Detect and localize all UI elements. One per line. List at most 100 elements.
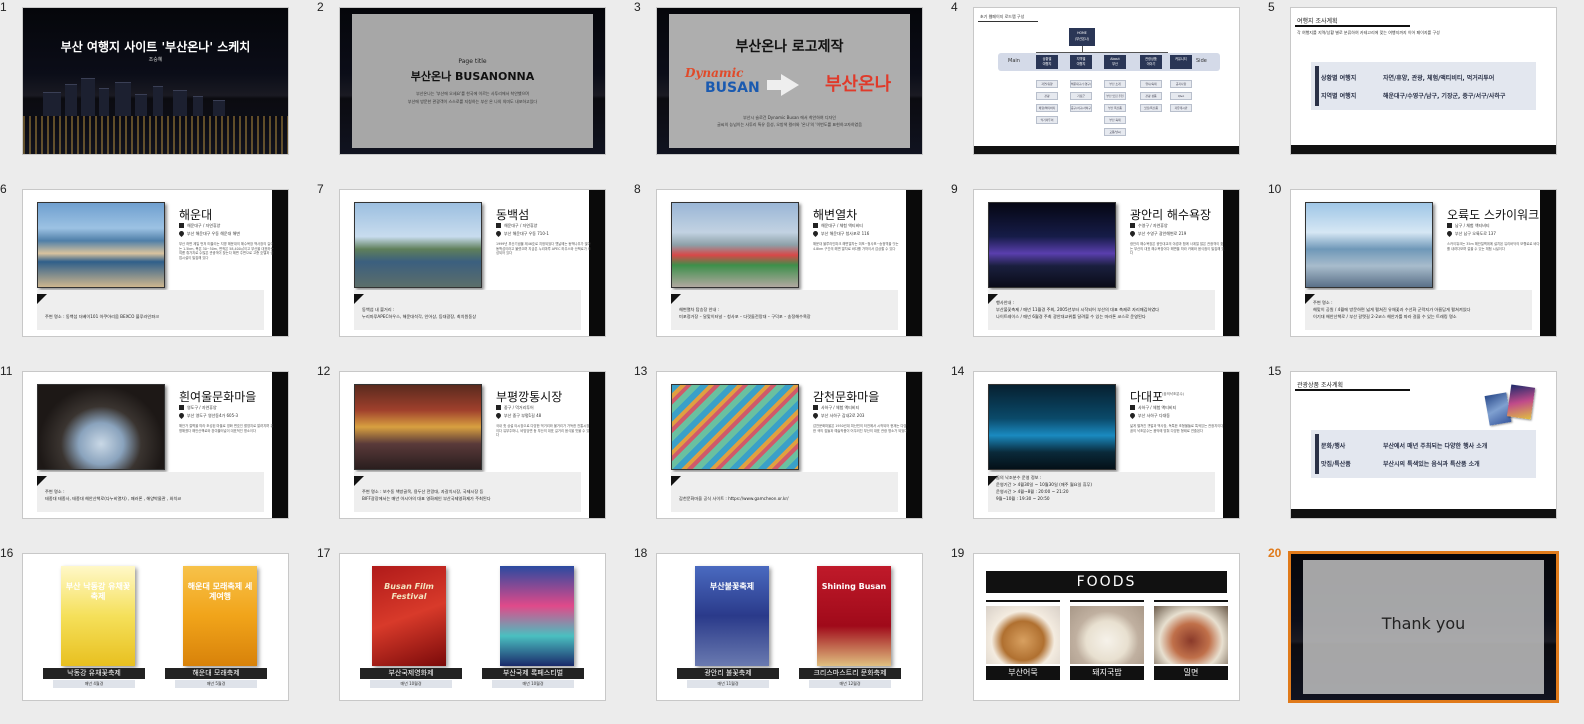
food-photo [1070,606,1144,664]
slide-preview[interactable]: 부산 낙동강 유채꽃축제 낙동강 유채꽃축제 매년 4월경 해운대 모래축제 세계여행… [22,553,289,701]
slide-thumbnail-2[interactable]: 2 Page title 부산온나 BUSANONNA 부산온나는 '부산에 오세요'… [317,0,635,176]
place-description: 1999년 부산기념물 제46호로 지정되었다 옛날에는 동백나무가 많아 동백… [496,242,591,256]
sitemap-side-label: Side [1196,58,1207,64]
slide-number: 15 [1268,364,1282,378]
sitemap-child-node: 부산 특산품 [1104,104,1126,112]
place-address: 부산 사하구 다대동 [1138,413,1170,418]
slide-footer-bar [1291,145,1556,154]
slide-thumbnail-4[interactable]: 4 초기 웹페이지 로드맵 구성 HOME (부산온나) Main Side 상황별 여행… [951,0,1269,176]
slide-preview[interactable]: 부평깡통시장 중구 / 먹거리투어 부산 중구 부평1길 48 국내 첫 상설 야시장… [339,371,606,519]
slide-thumbnail-16[interactable]: 16 부산 낙동강 유채꽃축제 낙동강 유채꽃축제 매년 4월경 해운대 모래축제 세계… [0,546,318,722]
slide-number: 11 [0,364,13,378]
poster-caption: 부산국제 록페스티벌 [482,668,584,679]
slide-thumbnail-19[interactable]: 19 FOODS 부산어묵 돼지국밥 밀면 [951,546,1269,722]
slide-description: 각 여행지를 지역/상황 별로 분류하여 카테고리에 맞는 여행지까지 이어 페… [1297,30,1440,35]
slide-thumbnail-18[interactable]: 18 부산불꽃축제 광안리 불꽃축제 매년 11월경 Shining Busan 크리스마… [634,546,952,722]
slide-preview[interactable]: Thank you [1288,551,1559,703]
food-caption: 밀면 [1154,666,1228,680]
slide-thumbnail-9[interactable]: 9 광안리 해수욕장 수영구 / 자연휴양 부산 수영구 광안해변로 219 광안리 해… [951,182,1269,358]
sitemap-child-node: Q&A [1170,92,1192,100]
slide-preview[interactable]: 다대포 (꿈의낙조분수) 사하구 / 체험 액티비티 부산 사하구 다대동 넓게 펼쳐진… [973,371,1240,519]
slide-preview[interactable]: 오륙도 스카이워크 남구 / 체험 액티비티 부산 남구 오륙도로 137 스카이워크… [1290,189,1557,337]
slide-preview[interactable]: 동백섬 해운대구 / 자연휴양 부산 해운대구 우동 710-1 1999년 부산기념… [339,189,606,337]
place-note: 행사안내 : 부산불꽃축제 / 매년 11월경 주최, 2005년부터 시작되어… [996,300,1160,319]
slide-thumbnail-12[interactable]: 12 부평깡통시장 중구 / 먹거리투어 부산 중구 부평1길 48 국내 첫 상설 야… [317,364,635,540]
slide-thumbnail-14[interactable]: 14 다대포 (꿈의낙조분수) 사하구 / 체험 액티비티 부산 사하구 다대동 넓게 펼… [951,364,1269,540]
sitemap-child-node: 자연/휴양 [1036,80,1058,88]
poster-caption: 해운대 모래축제 [165,668,267,679]
slide-number: 19 [951,546,965,560]
place-photo [988,384,1116,470]
slide-thumbnail-7[interactable]: 7 동백섬 해운대구 / 자연휴양 부산 해운대구 우동 710-1 1999년 부산기… [317,182,635,358]
place-category: 중구 / 먹거리투어 [504,405,534,410]
slide-preview[interactable]: Busan Film Festival 부산국제영화제 매년 10월경 부산국제 록페… [339,553,606,701]
slide-preview[interactable]: 부산불꽃축제 광안리 불꽃축제 매년 11월경 Shining Busan 크리스마스트… [656,553,923,701]
poster-caption: 크리스마스트리 문화축제 [799,668,901,679]
slide-number: 12 [317,364,331,378]
place-address: 부산 중구 부평1길 48 [504,413,542,418]
sitemap-child-node: 관광 [1036,92,1058,100]
panel-accent-bar [1315,434,1319,474]
slide-thumbnail-6[interactable]: 6 해운대 해운대구 / 자연휴양 부산 해운대구 우동 해운대 해변 부산 하면 제일… [0,182,318,358]
slide-thumbnail-8[interactable]: 8 해변열차 해운대구 / 체험 액티비티 부산 해운대구 청사포로 116 해운대 블… [634,182,952,358]
category-icon [179,405,184,410]
place-title: 다대포 [1130,390,1164,404]
sitemap-child-node: 체험/액티비티 [1036,104,1058,112]
row2-value: 해운대구/수영구/남구, 기장군, 중구/서구/사하구 [1383,93,1506,100]
place-category: 해운대구 / 자연휴양 [187,223,221,228]
row1-value: 부산에서 매년 주최되는 다양한 행사 소개 [1383,443,1488,450]
location-pin-icon [811,229,820,238]
slide-side-bar [1540,190,1556,336]
sitemap-level1-node: 관광상품 이야기 [1140,55,1162,69]
place-photo [37,384,165,470]
slide-preview[interactable]: Page title 부산온나 BUSANONNA 부산온나는 '부산에 오세요'를… [339,7,606,155]
slide-number: 18 [634,546,648,560]
category-icon [1130,405,1135,410]
place-note: 해변열차 탑승장 안내 : 미포정거장 – 달맞이터널 – 청사포 – 다릿돌전… [679,307,811,319]
poster-title: 부산 낙동강 유채꽃축제 [65,582,131,601]
slide-preview[interactable]: 광안리 해수욕장 수영구 / 자연휴양 부산 수영구 광안해변로 219 광안리 해수… [973,189,1240,337]
slide-preview[interactable]: 초기 웹페이지 로드맵 구성 HOME (부산온나) Main Side 상황별 여행지… [973,7,1240,155]
slide-preview[interactable]: 해변열차 해운대구 / 체험 액티비티 부산 해운대구 청사포로 116 해운대 블루… [656,189,923,337]
slide-thumbnail-17[interactable]: 17 Busan Film Festival 부산국제영화제 매년 10월경 부산국제 … [317,546,635,722]
sitemap-child-node: 중구/서구/사하구 [1070,104,1092,112]
category-icon [496,223,501,228]
place-address: 부산 해운대구 청사포로 116 [821,231,870,236]
slide-preview[interactable]: 흰여울문화마을 영도구 / 자연휴양 부산 영도구 영선동4가 605-3 해안가 절… [22,371,289,519]
slide-thumbnail-13[interactable]: 13 감천문화마을 사하구 / 체험 액티비티 부산 사하구 감내2로 203 감천문화… [634,364,952,540]
slide-preview[interactable]: 부산온나 로고제작 Dynamic BUSAN 부산온나 부산시 슬로건 Dynamic… [656,7,923,155]
dynamic-logo: Dynamic [685,66,744,80]
slide-number: 8 [634,182,641,196]
building [193,96,203,116]
slide-thumbnail-10[interactable]: 10 오륙도 스카이워크 남구 / 체험 액티비티 부산 남구 오륙도로 137 스카이… [1268,182,1584,358]
slide-thumbnail-20[interactable]: 20 Thank you [1268,546,1584,722]
row1-label: 문화/행사 [1321,443,1346,450]
sitemap-level1-node: 상황별 여행지 [1036,55,1058,69]
category-icon [179,223,184,228]
slide-thumbnail-1[interactable]: 1 부산 여행지 사이트 '부산온나' 스케치 조승혜 [0,0,318,176]
slide-preview[interactable]: FOODS 부산어묵 돼지국밥 밀면 [973,553,1240,701]
place-photo [354,384,482,470]
slide-thumbnail-3[interactable]: 3 부산온나 로고제작 Dynamic BUSAN 부산온나 부산시 슬로건 Dynami… [634,0,952,176]
building [65,84,77,116]
place-address: 부산 영도구 영선동4가 605-3 [187,413,239,418]
slide-number: 13 [634,364,648,378]
slide-preview[interactable]: 관광상품 조사계획 문화/행사 부산에서 매년 주최되는 다양한 행사 소개 맛집/특… [1290,371,1557,519]
corner-marker [37,476,47,486]
slide-preview[interactable]: 감천문화마을 사하구 / 체험 액티비티 부산 사하구 감내2로 203 감천문화마을… [656,371,923,519]
slide-thumbnail-11[interactable]: 11 흰여울문화마을 영도구 / 자연휴양 부산 영도구 영선동4가 605-3 해안가… [0,364,318,540]
slide-preview[interactable]: 여행지 조사계획 각 여행지를 지역/상황 별로 분류하여 카테고리에 맞는 여행… [1290,7,1557,155]
slide-thumbnail-15[interactable]: 15 관광상품 조사계획 문화/행사 부산에서 매년 주최되는 다양한 행사 소개 맛집… [1268,364,1584,540]
poster-date: 매년 10월경 [492,680,574,688]
slide-preview[interactable]: 부산 여행지 사이트 '부산온나' 스케치 조승혜 [22,7,289,155]
slide-thumbnail-5[interactable]: 5 여행지 조사계획 각 여행지를 지역/상황 별로 분류하여 카테고리에 맞는 여… [1268,0,1584,176]
page-title-label: Page title [458,58,487,65]
sitemap-child-node: 먹거리투어 [1036,116,1058,124]
place-note: 동백섬 내 볼거리 : 누리마루APEC하우스, 해운대석각, 인어상, 등대광… [362,307,477,319]
corner-marker [354,294,364,304]
place-photo [1305,202,1433,288]
slide-number: 1 [0,0,7,14]
place-title: 부평깡통시장 [496,390,563,404]
place-category: 남구 / 체험 액티비티 [1455,223,1490,228]
slide-preview[interactable]: 해운대 해운대구 / 자연휴양 부산 해운대구 우동 해운대 해변 부산 하면 제일 … [22,189,289,337]
